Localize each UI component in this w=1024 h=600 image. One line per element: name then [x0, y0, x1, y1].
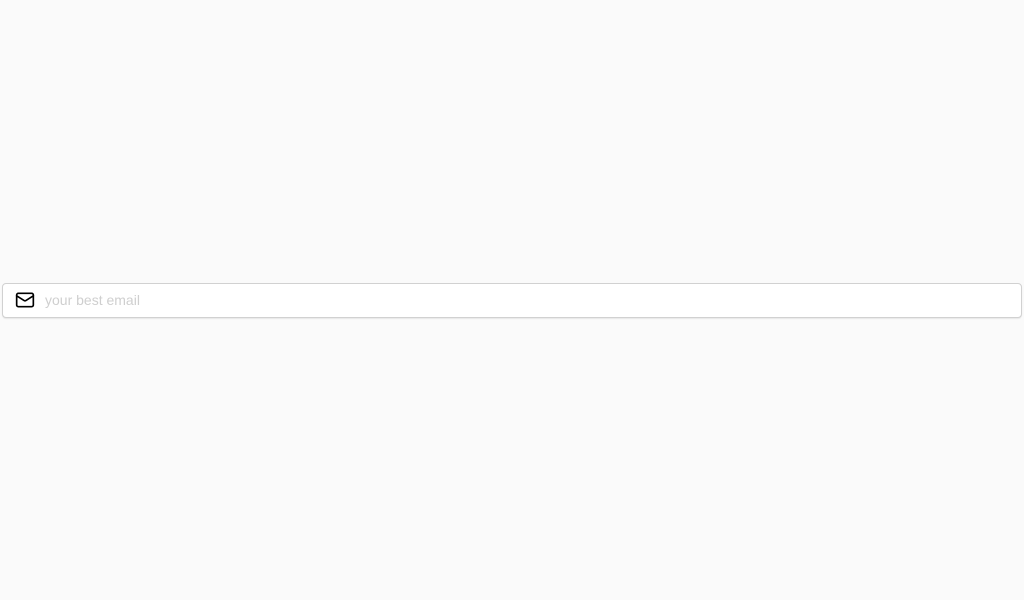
mail-icon [15, 290, 35, 310]
email-field[interactable] [45, 292, 1009, 308]
email-input-container[interactable] [2, 283, 1022, 318]
